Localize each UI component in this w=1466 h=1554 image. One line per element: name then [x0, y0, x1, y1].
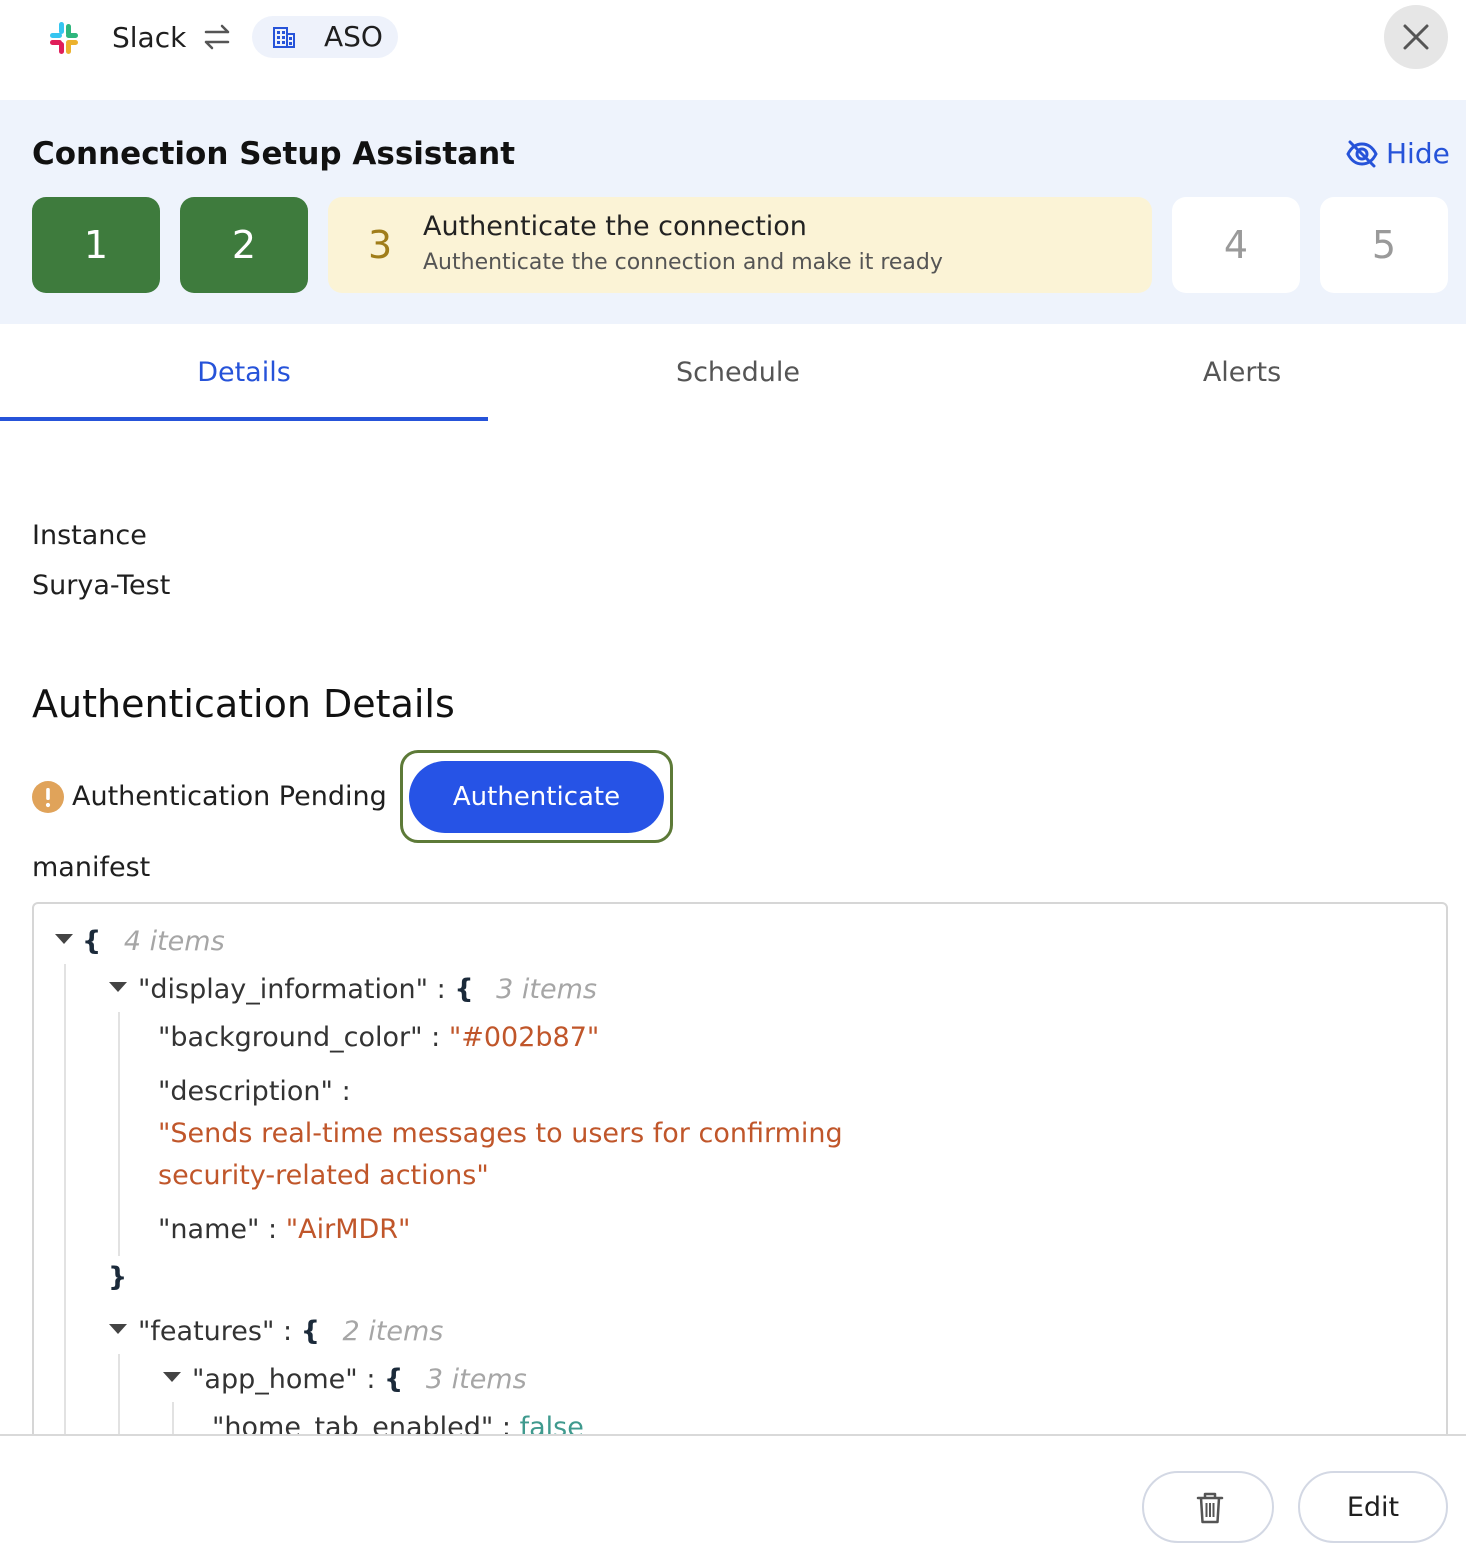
- json-string-value: "#002b87": [448, 1022, 600, 1053]
- json-item-count: 3 items: [425, 1364, 527, 1395]
- manifest-label: manifest: [32, 852, 151, 883]
- json-app-home-line: "app_home" : { 3 items: [192, 1360, 527, 1400]
- step-number: 3: [368, 223, 393, 267]
- json-close-brace: }: [108, 1262, 128, 1293]
- json-background-color-line: "background_color" : "#002b87": [158, 1018, 599, 1058]
- json-display-information-line: "display_information" : { 3 items: [138, 970, 597, 1010]
- step-number: 1: [83, 223, 109, 267]
- org-pill[interactable]: ASO: [252, 16, 398, 58]
- json-key: "features": [138, 1316, 275, 1347]
- collapse-toggle-app-home[interactable]: [163, 1372, 181, 1382]
- manifest-json-viewer[interactable]: { 4 items "display_information" : { 3 it…: [32, 902, 1448, 1462]
- json-name-line: "name" : "AirMDR": [158, 1210, 410, 1250]
- collapse-toggle-root[interactable]: [55, 934, 73, 944]
- json-brace: {: [300, 1316, 320, 1347]
- auth-section-title: Authentication Details: [32, 682, 455, 726]
- warning-icon: [32, 781, 64, 813]
- json-brace: {: [454, 974, 474, 1005]
- step-3-current[interactable]: 3 Authenticate the connection Authentica…: [328, 197, 1152, 293]
- json-key: "display_information": [138, 974, 429, 1005]
- slack-logo-icon: [50, 22, 78, 54]
- collapse-toggle-display-information[interactable]: [109, 982, 127, 992]
- eye-off-icon: [1346, 140, 1378, 168]
- step-2[interactable]: 2: [180, 197, 308, 293]
- step-number: 5: [1371, 223, 1397, 267]
- step-subtitle: Authenticate the connection and make it …: [423, 250, 943, 275]
- indent-guide: [64, 964, 66, 1460]
- instance-value: Surya-Test: [32, 570, 171, 601]
- tab-details[interactable]: Details: [0, 324, 488, 422]
- tab-schedule[interactable]: Schedule: [494, 324, 982, 422]
- json-colon: :: [436, 974, 446, 1005]
- step-number: 2: [231, 223, 257, 267]
- trash-icon: [1196, 1492, 1224, 1524]
- json-item-count: 3 items: [496, 974, 597, 1005]
- collapse-toggle-features[interactable]: [109, 1324, 127, 1334]
- json-item-count: 4 items: [123, 926, 225, 957]
- json-colon: :: [366, 1364, 376, 1395]
- step-number: 4: [1223, 223, 1249, 267]
- setup-assistant-panel: Connection Setup Assistant Hide 1 2 3 Au…: [0, 100, 1466, 324]
- header-bar: Slack ASO: [0, 0, 1466, 100]
- footer-bar: Edit: [0, 1434, 1466, 1554]
- close-button[interactable]: [1384, 5, 1448, 69]
- json-colon: :: [341, 1076, 351, 1107]
- json-description-key-line: "description" :: [158, 1072, 351, 1112]
- delete-button[interactable]: [1142, 1471, 1274, 1543]
- json-colon: :: [268, 1214, 278, 1245]
- edit-button[interactable]: Edit: [1298, 1471, 1448, 1543]
- json-colon: :: [282, 1316, 293, 1347]
- json-item-count: 2 items: [342, 1316, 444, 1347]
- tab-bar: Details Schedule Alerts: [0, 324, 1466, 422]
- step-1[interactable]: 1: [32, 197, 160, 293]
- close-icon: [1403, 24, 1429, 50]
- step-5[interactable]: 5: [1320, 197, 1448, 293]
- json-brace: {: [384, 1364, 404, 1395]
- step-4[interactable]: 4: [1172, 197, 1300, 293]
- json-string-value: "AirMDR": [285, 1214, 411, 1245]
- assistant-title: Connection Setup Assistant: [32, 136, 516, 172]
- json-key: "description": [158, 1076, 333, 1107]
- indent-guide: [118, 1012, 120, 1256]
- step-title: Authenticate the connection: [423, 211, 807, 242]
- authenticate-button[interactable]: Authenticate: [409, 761, 664, 833]
- json-key: "background_color": [158, 1022, 423, 1053]
- hide-label: Hide: [1386, 137, 1450, 170]
- app-name: Slack: [112, 21, 187, 54]
- instance-label: Instance: [32, 520, 147, 551]
- json-description-value-line2: security-related actions": [158, 1160, 489, 1191]
- building-icon: [273, 27, 295, 48]
- json-brace: {: [82, 926, 102, 957]
- json-colon: :: [431, 1022, 441, 1053]
- json-root-line: { 4 items: [82, 922, 225, 962]
- json-key: "name": [158, 1214, 260, 1245]
- json-features-line: "features" : { 2 items: [138, 1312, 443, 1352]
- org-name: ASO: [324, 20, 383, 53]
- json-description-value-line1: "Sends real-time messages to users for c…: [158, 1118, 843, 1149]
- active-tab-indicator: [0, 417, 488, 421]
- tab-alerts[interactable]: Alerts: [998, 324, 1466, 422]
- json-key: "app_home": [192, 1364, 358, 1395]
- swap-arrows-icon: [204, 24, 230, 50]
- auth-status-text: Authentication Pending: [72, 781, 387, 812]
